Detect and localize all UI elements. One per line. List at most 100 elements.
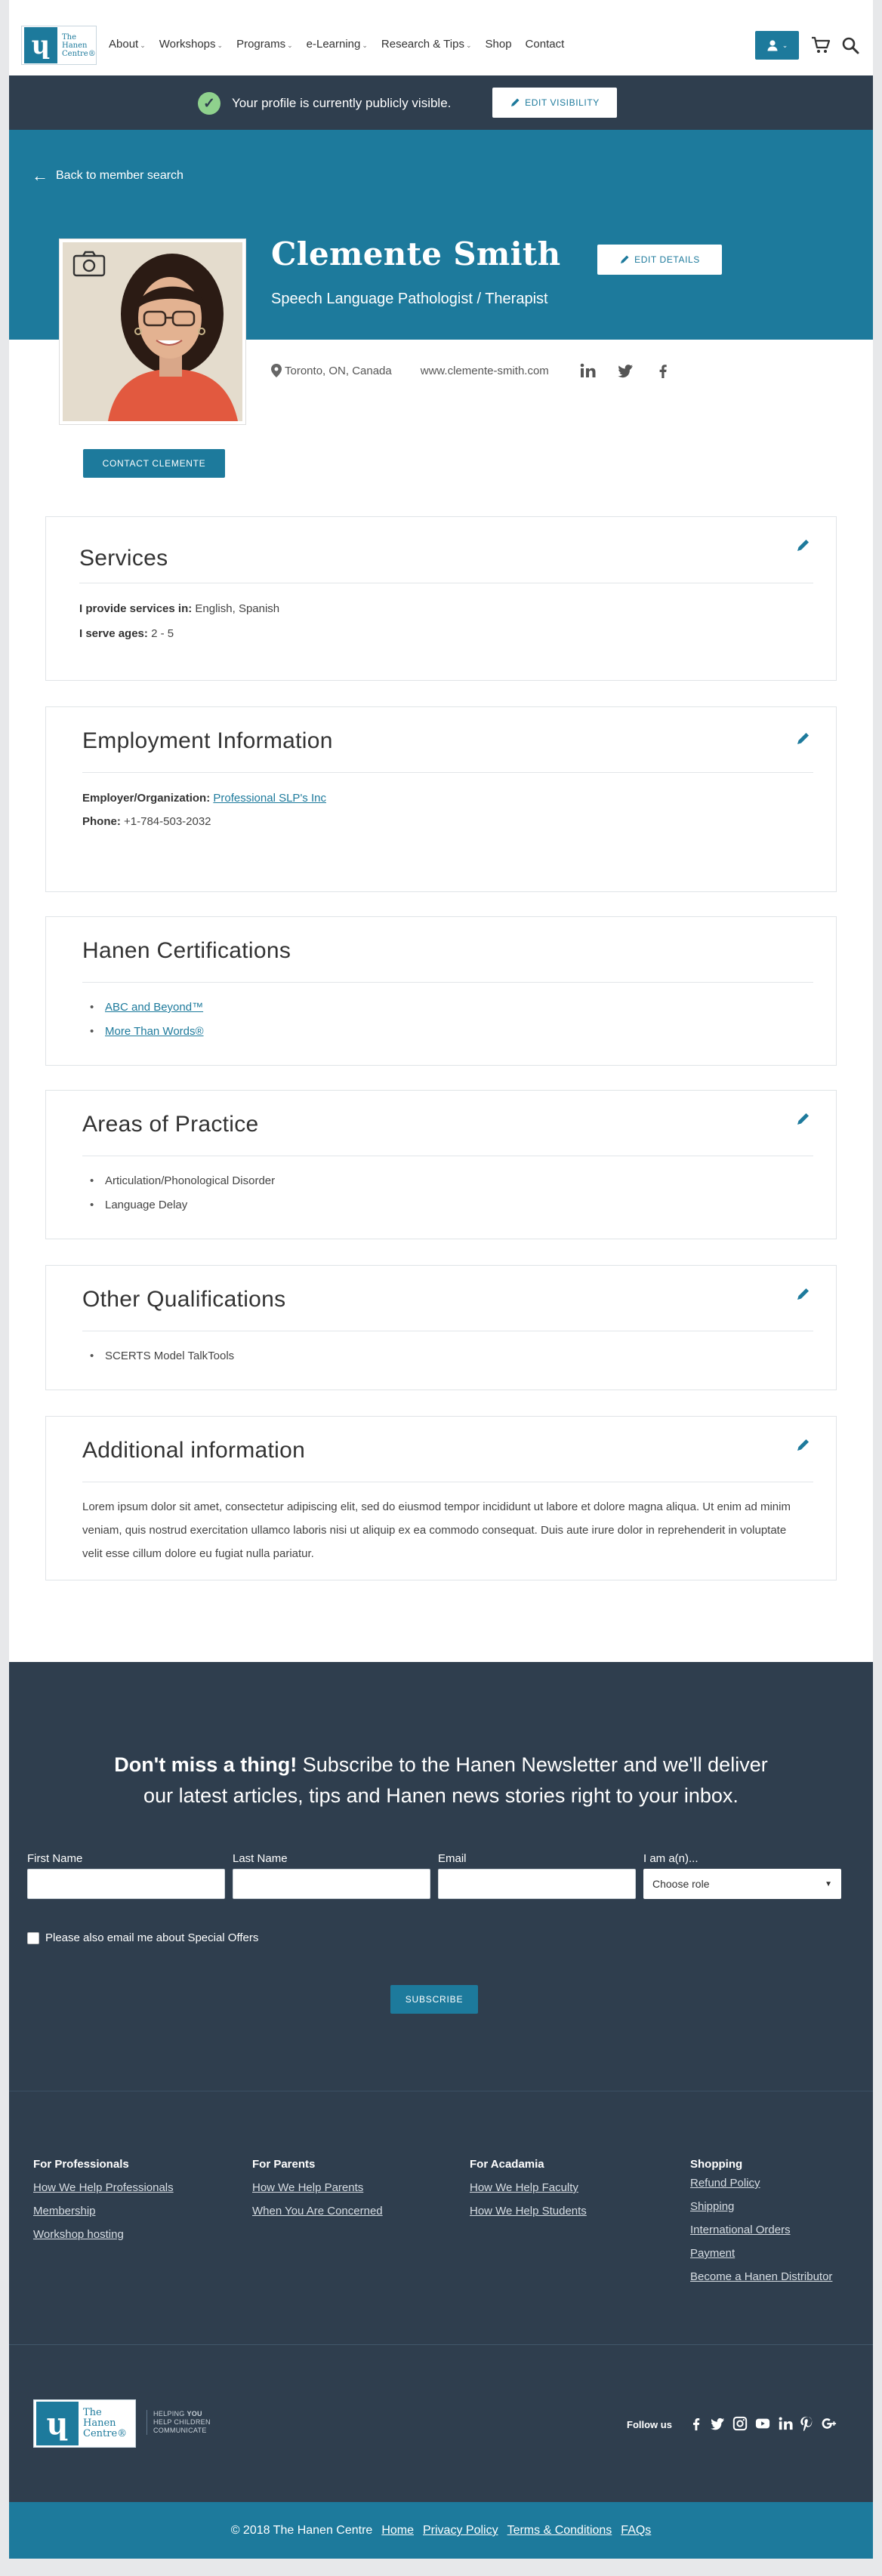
main-nav: About ⌄ Workshops ⌄ Programs ⌄ e-Learning ⌄ … — [109, 38, 578, 51]
cart-icon[interactable] — [811, 36, 831, 54]
bottom-link-home[interactable]: Home — [381, 2524, 414, 2538]
visibility-message: Your profile is currently publicly visib… — [232, 96, 452, 110]
employment-title: Employment Information — [82, 728, 333, 753]
certifications-title: Hanen Certifications — [82, 938, 291, 963]
footer-col-shopping: Shopping Refund Policy Shipping Internat… — [690, 2158, 833, 2283]
map-pin-icon — [271, 364, 282, 377]
footer-col-academia: For Acadamia How We Help Faculty How We … — [470, 2158, 587, 2217]
role-select[interactable]: Choose role ▼ — [643, 1869, 841, 1899]
footer-link[interactable]: Shipping — [690, 2200, 832, 2213]
footer-link[interactable]: Membership — [33, 2205, 174, 2217]
site-header: ɥ The Hanen Centre® About ⌄ Workshops ⌄ Pr… — [9, 8, 873, 83]
pinterest-icon[interactable] — [799, 2416, 814, 2431]
footer-link[interactable]: Refund Policy — [690, 2177, 832, 2190]
certification-link[interactable]: More Than Words® — [105, 1025, 204, 1038]
user-icon — [767, 40, 778, 51]
youtube-icon[interactable] — [755, 2416, 770, 2431]
linkedin-icon[interactable] — [579, 362, 596, 379]
subscribe-button[interactable]: SUBSCRIBE — [390, 1985, 478, 2014]
certification-link[interactable]: ABC and Beyond™ — [105, 1001, 203, 1014]
profile-name: Clemente Smith — [271, 235, 561, 272]
first-name-label: First Name — [27, 1852, 83, 1865]
pencil-icon — [511, 98, 520, 106]
services-title: Services — [79, 546, 168, 571]
certifications-card: Hanen Certifications ABC and Beyond™ Mor… — [45, 916, 837, 1066]
footer-link[interactable]: How We Help Parents — [252, 2181, 383, 2194]
twitter-icon[interactable] — [710, 2416, 725, 2431]
contact-button[interactable]: CONTACT CLEMENTE — [83, 449, 225, 478]
divider — [82, 982, 813, 983]
footer-link[interactable]: How We Help Faculty — [470, 2181, 587, 2194]
role-label: I am a(n)... — [643, 1852, 699, 1865]
footer-link[interactable]: Workshop hosting — [33, 2228, 174, 2241]
bottom-link-faqs[interactable]: FAQs — [621, 2524, 651, 2538]
email-input[interactable] — [438, 1869, 636, 1899]
practice-title: Areas of Practice — [82, 1112, 259, 1137]
list-item: More Than Words® — [90, 1020, 204, 1044]
footer-link[interactable]: How We Help Professionals — [33, 2181, 174, 2194]
footer-col-parents: For Parents How We Help Parents When You… — [252, 2158, 383, 2217]
chevron-down-icon: ⌄ — [465, 42, 472, 49]
edit-details-button[interactable]: EDIT DETAILS — [597, 245, 722, 275]
pencil-icon[interactable] — [795, 730, 812, 746]
footer-link[interactable]: Become a Hanen Distributor — [690, 2270, 832, 2283]
qualifications-list: SCERTS Model TalkTools — [90, 1344, 234, 1368]
footer-link[interactable]: International Orders — [690, 2224, 832, 2236]
copyright: © 2018 The Hanen Centre — [230, 2524, 373, 2537]
special-offers-option[interactable]: Please also email me about Special Offer… — [27, 1931, 258, 1944]
googleplus-icon[interactable] — [822, 2416, 837, 2431]
footer-logo[interactable]: ɥ The Hanen Centre® — [33, 2399, 136, 2448]
follow-us-label: Follow us — [627, 2419, 672, 2430]
nav-workshops[interactable]: Workshops ⌄ — [159, 38, 223, 51]
employment-employer: Employer/Organization: Professional SLP'… — [82, 792, 326, 805]
nav-research-tips[interactable]: Research & Tips ⌄ — [381, 38, 472, 51]
footer-link[interactable]: Payment — [690, 2247, 832, 2260]
arrow-left-icon: ← — [32, 166, 48, 185]
employer-link[interactable]: Professional SLP's Inc — [213, 792, 326, 805]
services-ages: I serve ages: 2 - 5 — [79, 627, 174, 640]
profile-website[interactable]: www.clemente-smith.com — [421, 365, 549, 377]
facebook-icon[interactable] — [689, 2416, 704, 2431]
pencil-icon[interactable] — [795, 1436, 812, 1453]
practice-card: Areas of Practice Articulation/Phonologi… — [45, 1090, 837, 1239]
nav-elearning[interactable]: e-Learning ⌄ — [307, 38, 368, 51]
list-item: Language Delay — [90, 1193, 275, 1217]
pencil-icon[interactable] — [795, 1110, 812, 1127]
pencil-icon[interactable] — [795, 1285, 812, 1302]
facebook-icon[interactable] — [655, 362, 671, 379]
user-menu-button[interactable]: ⌄ — [755, 31, 799, 60]
chevron-down-icon: ⌄ — [362, 42, 368, 49]
bottom-link-terms[interactable]: Terms & Conditions — [507, 2524, 612, 2538]
logo-mark-icon: ɥ — [36, 2402, 79, 2445]
instagram-icon[interactable] — [732, 2416, 748, 2431]
nav-programs[interactable]: Programs ⌄ — [236, 38, 293, 51]
footer-link[interactable]: When You Are Concerned — [252, 2205, 383, 2217]
bottom-link-privacy[interactable]: Privacy Policy — [423, 2524, 498, 2538]
list-item: ABC and Beyond™ — [90, 996, 204, 1020]
logo-text: The Hanen Centre® — [62, 32, 96, 58]
additional-text: Lorem ipsum dolor sit amet, consectetur … — [82, 1500, 791, 1560]
back-to-search-link[interactable]: ← Back to member search — [32, 166, 183, 186]
camera-icon[interactable] — [72, 250, 106, 277]
qualifications-title: Other Qualifications — [82, 1287, 286, 1312]
employment-phone: Phone: +1-784-503-2032 — [82, 815, 211, 828]
newsletter-section: Don't miss a thing! Subscribe to the Han… — [9, 1662, 873, 2091]
linkedin-icon[interactable] — [778, 2416, 793, 2431]
nav-about[interactable]: About ⌄ — [109, 38, 146, 51]
search-icon[interactable] — [841, 36, 859, 54]
nav-contact[interactable]: Contact — [526, 38, 565, 51]
nav-shop[interactable]: Shop — [486, 38, 512, 51]
practice-list: Articulation/Phonological Disorder Langu… — [90, 1169, 275, 1217]
special-offers-checkbox[interactable] — [27, 1931, 39, 1944]
footer-link[interactable]: How We Help Students — [470, 2205, 587, 2217]
last-name-input[interactable] — [233, 1869, 430, 1899]
pencil-icon[interactable] — [795, 537, 812, 553]
first-name-input[interactable] — [27, 1869, 225, 1899]
twitter-icon[interactable] — [617, 362, 634, 379]
services-languages: I provide services in: English, Spanish — [79, 602, 280, 615]
profile-location: Toronto, ON, Canada — [285, 364, 392, 377]
logo-text: The Hanen Centre® — [83, 2407, 128, 2439]
hanen-logo[interactable]: ɥ The Hanen Centre® — [21, 26, 97, 65]
edit-visibility-button[interactable]: EDIT VISIBILITY — [492, 88, 617, 118]
services-card: Services I provide services in: English,… — [45, 516, 837, 681]
